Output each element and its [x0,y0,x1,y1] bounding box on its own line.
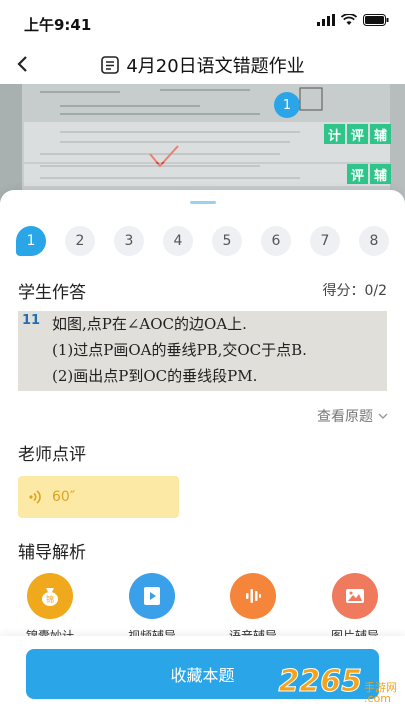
tag-row-1: 计 评 辅 [324,124,391,144]
question-number[interactable]: 5 [212,226,242,256]
tag-tutor[interactable]: 辅 [370,124,391,144]
teacher-review-heading: 老师点评 [18,445,86,465]
watermark-logo: 2265 手游网 .com [278,664,397,705]
student-answer-heading: 学生作答 [18,283,86,303]
view-original-label: 查看原题 [317,409,373,425]
signal-icon [317,14,335,26]
question-number[interactable]: 4 [163,226,193,256]
status-time: 上午9:41 [24,16,92,34]
question-no: 11 [22,313,41,328]
audio-wave-icon [29,490,41,504]
status-bar: 上午9:41 [0,0,405,44]
page-title: 4月20日语文错题作业 [126,56,305,77]
tag-review[interactable]: 评 [347,164,368,184]
tag-tutor[interactable]: 辅 [370,164,391,184]
status-icons [317,14,389,26]
image-icon [332,573,378,619]
watermark-domain: .com [364,692,391,705]
svg-text:锦: 锦 [46,594,54,604]
tool-voice[interactable]: 语音辅导 [218,573,288,644]
video-icon [129,573,175,619]
student-answer-image[interactable]: 11 如图,点P在∠AOC的边OA上. (1)过点P画OA的垂线PB,交OC于点… [18,311,387,391]
chevron-down-icon [378,413,388,419]
nav-bar: 4月20日语文错题作业 [0,44,405,84]
question-pin[interactable]: 1 [274,92,300,118]
answer-line: (2)画出点P到OC的垂线段PM. [52,367,258,385]
voice-duration: 60″ [52,489,76,505]
wifi-icon [341,14,357,25]
tool-tips[interactable]: 锦 锦囊妙计 [15,573,85,644]
tutor-heading: 辅导解析 [18,543,86,563]
view-original-link[interactable]: 查看原题 [317,406,389,426]
question-number[interactable]: 7 [310,226,340,256]
tool-video[interactable]: 视频辅导 [117,573,187,644]
question-number[interactable]: 3 [114,226,144,256]
battery-icon [363,14,389,26]
tool-image[interactable]: 图片辅导 [320,573,390,644]
question-highlight[interactable] [24,164,390,186]
bag-icon: 锦 [27,573,73,619]
question-number-row: 1 2 3 4 5 6 7 8 [16,226,389,256]
question-number[interactable]: 2 [65,226,95,256]
answer-line: (1)过点P画OA的垂线PB,交OC于点B. [52,341,307,359]
question-number[interactable]: 1 [16,226,46,256]
score-label: 得分：0/2 [322,283,387,299]
tag-row-2: 评 辅 [347,164,391,184]
question-number[interactable]: 6 [261,226,291,256]
watermark-number: 2265 [278,664,362,700]
tag-review[interactable]: 评 [347,124,368,144]
list-doc-icon [101,56,120,74]
voice-comment[interactable]: 60″ [18,476,179,518]
voice-icon [230,573,276,619]
sheet-handle[interactable] [190,201,216,204]
title-wrap: 4月20日语文错题作业 [0,52,405,78]
question-number[interactable]: 8 [359,226,389,256]
tag-calc[interactable]: 计 [324,124,345,144]
answer-line: 如图,点P在∠AOC的边OA上. [52,315,247,333]
